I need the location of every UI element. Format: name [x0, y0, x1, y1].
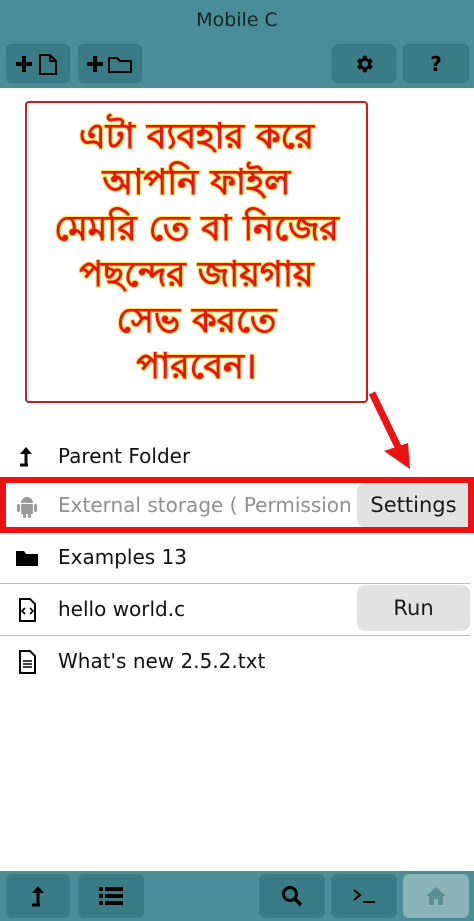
folder-icon [16, 551, 38, 566]
new-folder-button[interactable] [78, 44, 142, 83]
search-button[interactable] [259, 874, 325, 918]
list-item-label: Parent Folder [58, 444, 191, 468]
list-icon [99, 887, 123, 905]
list-view-button[interactable] [78, 874, 144, 918]
settings-button[interactable] [332, 44, 396, 83]
list-item-label: Examples 13 [58, 545, 187, 569]
home-button[interactable] [403, 874, 469, 918]
text-file-icon [19, 650, 36, 674]
new-file-icon [16, 53, 57, 75]
search-icon [282, 886, 303, 907]
help-button[interactable]: ? [403, 44, 469, 83]
app-title: Mobile C [0, 0, 474, 40]
gear-icon [357, 55, 373, 72]
top-toolbar: ? [0, 40, 474, 88]
list-item-label: hello world.c [58, 597, 186, 621]
up-arrow-icon [32, 886, 44, 907]
terminal-icon [353, 889, 375, 903]
help-icon: ? [430, 51, 442, 76]
up-arrow-icon [20, 447, 32, 467]
run-button[interactable]: Run [357, 585, 470, 631]
terminal-button[interactable] [331, 874, 397, 918]
annotation-text: এটা ব্যবহার করে আপনি ফাইল মেমরি তে বা নি… [54, 117, 339, 387]
list-item-whats-new[interactable]: What's new 2.5.2.txt [0, 636, 474, 686]
bottom-toolbar [0, 871, 474, 921]
new-file-button[interactable] [6, 44, 70, 83]
list-item-examples-folder[interactable]: Examples 13 [0, 532, 474, 582]
list-item-parent-folder[interactable]: Parent Folder [0, 431, 474, 481]
home-icon [426, 887, 446, 905]
list-item-hello-world[interactable]: hello world.c Run [0, 584, 474, 634]
list-item-label: What's new 2.5.2.txt [58, 649, 266, 673]
highlight-box [0, 477, 474, 533]
code-file-icon [19, 598, 36, 622]
parent-folder-button[interactable] [6, 874, 70, 918]
annotation-callout: এটা ব্যবহার করে আপনি ফাইল মেমরি তে বা নি… [25, 101, 368, 403]
new-folder-icon [87, 55, 132, 73]
